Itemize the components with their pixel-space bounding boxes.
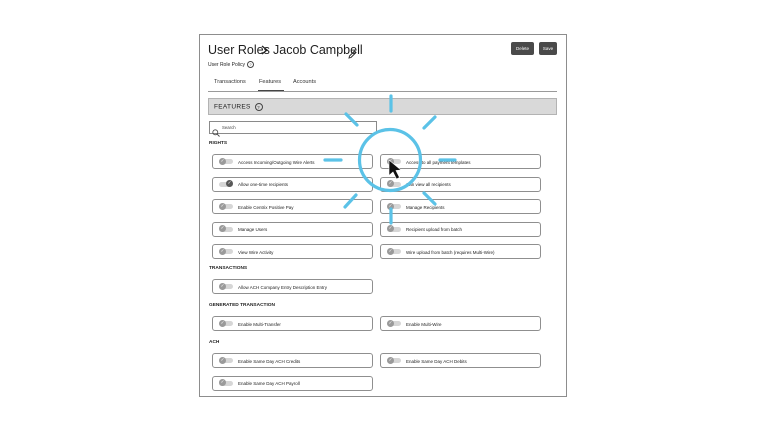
check-icon: ✓: [219, 157, 226, 165]
permission-toggle[interactable]: ✓: [219, 379, 233, 386]
permission-label: Access Incoming/Outgoing Wire Alerts: [238, 159, 315, 165]
features-heading: FEATURES?: [214, 103, 263, 111]
permission-toggle[interactable]: ✓: [219, 319, 233, 327]
permission-row: ✓ Recipient upload from batch: [380, 221, 541, 237]
check-icon: ✓: [219, 379, 226, 386]
permission-row: ✓ Enable Same Day ACH Payroll: [212, 375, 373, 391]
permission-label: Enable Same Day ACH Payroll: [238, 381, 300, 386]
permission-row: ✓ Enable Multi-Wire: [380, 316, 541, 331]
window-frame: [199, 34, 567, 397]
features-heading-text: FEATURES: [214, 103, 251, 111]
permission-label: Enable Same Day ACH Credits: [238, 358, 301, 364]
check-icon: ✓: [387, 180, 394, 187]
check-icon: ✓: [219, 202, 226, 210]
delete-button[interactable]: Delete: [511, 42, 534, 55]
help-icon[interactable]: ?: [246, 61, 254, 68]
permission-toggle[interactable]: ✓: [387, 319, 401, 327]
check-icon: ✓: [387, 319, 394, 327]
permission-toggle[interactable]: ✓: [219, 225, 233, 232]
active-tab-indicator: [258, 90, 284, 92]
check-icon: ✓: [387, 202, 394, 210]
save-button[interactable]: Save: [539, 42, 557, 55]
permission-label: Manage Recipients: [406, 204, 445, 210]
search-icon: [212, 124, 220, 142]
check-icon: ✓: [387, 225, 394, 232]
search-placeholder: Search: [222, 125, 236, 130]
permission-label: Access to all payment templates: [406, 159, 471, 165]
permission-label: Enable Multi-Wire: [406, 321, 442, 327]
permission-row: ✓ Allow one-time recipients: [212, 176, 373, 192]
check-icon: ✓: [219, 319, 226, 327]
pencil-icon[interactable]: [348, 46, 357, 64]
section-transactions: TRANSACTIONS: [209, 266, 248, 271]
permission-toggle[interactable]: ✓: [387, 202, 401, 210]
permission-toggle[interactable]: ✓: [219, 180, 233, 187]
permission-label: Enable Centrix Positive Pay: [238, 204, 294, 210]
permission-row: ✓ Enable Centrix Positive Pay: [212, 199, 373, 214]
tab-accounts[interactable]: Accounts: [293, 79, 316, 85]
permission-row: ✓ Manage Recipients: [380, 199, 541, 214]
permission-row: ✓ Enable Same Day ACH Debits: [380, 353, 541, 368]
permission-label: Enable Same Day ACH Debits: [406, 358, 467, 364]
permission-row: ✓ Access to all payment templates: [380, 154, 541, 169]
tab-transactions[interactable]: Transactions: [214, 79, 246, 85]
check-icon: ✓: [219, 282, 226, 290]
permission-label: Wire upload from batch (requires Multi-W…: [406, 249, 495, 255]
permission-toggle[interactable]: ✓: [219, 202, 233, 210]
permission-label: Can view all recipients: [406, 182, 451, 187]
permission-row: ✓ Wire upload from batch (requires Multi-…: [380, 244, 541, 259]
permission-row: ✓ Enable Same Day ACH Credits: [212, 353, 373, 368]
permission-row: ✓ Allow ACH Company Entry Description Ent…: [212, 279, 373, 294]
tab-features[interactable]: Features: [259, 79, 281, 85]
policy-label: User Role Policy?: [208, 61, 254, 68]
permission-toggle[interactable]: ✓: [219, 247, 233, 255]
permission-toggle[interactable]: ✓: [387, 180, 401, 187]
permission-row: ✓ Can view all recipients: [380, 176, 541, 192]
permission-label: Manage Users: [238, 227, 268, 232]
check-icon: ✓: [219, 356, 226, 364]
section-generated-transaction: GENERATED TRANSACTION: [209, 303, 276, 308]
permission-label: Recipient upload from batch: [406, 227, 463, 232]
permission-toggle[interactable]: ✓: [219, 157, 233, 165]
permission-toggle[interactable]: ✓: [219, 356, 233, 364]
check-icon: ✓: [219, 225, 226, 232]
permission-toggle[interactable]: ✓: [387, 356, 401, 364]
permission-toggle[interactable]: ✓: [387, 247, 401, 255]
permission-row: ✓ Manage Users: [212, 221, 373, 237]
help-icon[interactable]: ?: [254, 103, 263, 111]
check-icon: ✓: [387, 247, 394, 255]
check-icon: ✓: [387, 356, 394, 364]
permission-label: View Wire Activity: [238, 249, 274, 255]
permission-row: ✓ View Wire Activity: [212, 244, 373, 259]
policy-text: User Role Policy: [208, 61, 245, 68]
permission-row: ✓ Enable Multi-Transfer: [212, 316, 373, 331]
check-icon: ✓: [387, 157, 394, 165]
section-rights: RIGHTS: [209, 141, 228, 146]
permission-toggle[interactable]: ✓: [387, 225, 401, 232]
check-icon: ✓: [226, 180, 233, 187]
section-ach: ACH: [209, 340, 220, 345]
permission-label: Allow ACH Company Entry Description Entr…: [238, 284, 328, 290]
permission-label: Enable Multi-Transfer: [238, 321, 281, 327]
permission-toggle[interactable]: ✓: [219, 282, 233, 290]
permission-row: ✓ Access Incoming/Outgoing Wire Alerts: [212, 154, 373, 169]
check-icon: ✓: [219, 247, 226, 255]
chevron-right-icon: [261, 45, 269, 58]
permission-toggle[interactable]: ✓: [387, 157, 401, 165]
permission-label: Allow one-time recipients: [238, 182, 289, 187]
